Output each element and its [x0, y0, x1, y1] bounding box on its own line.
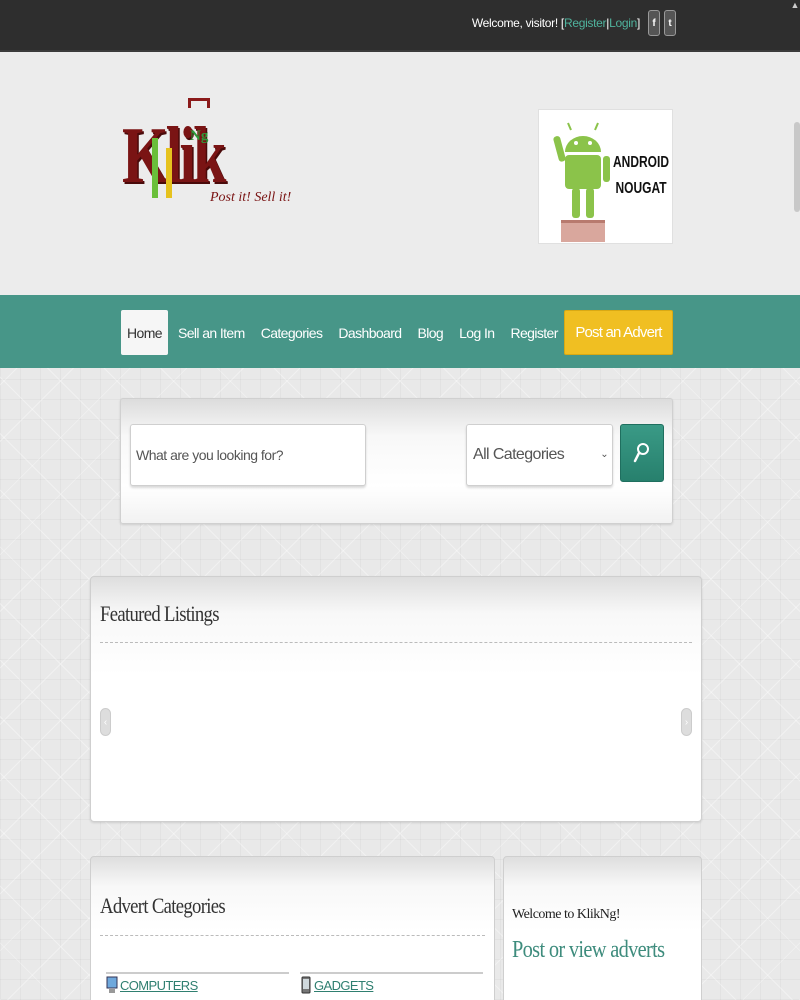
- featured-title: Featured Listings: [100, 601, 219, 626]
- logo-bracket: [188, 98, 210, 108]
- category-column: GADGETS: [300, 972, 483, 1000]
- ad-line-1: ANDROID: [613, 154, 670, 171]
- welcome-subheading[interactable]: Post or view adverts: [512, 937, 665, 964]
- nav-item-log-in[interactable]: Log In: [451, 310, 502, 355]
- main-nav: Home Sell an Item Categories Dashboard B…: [0, 295, 800, 368]
- site-header: [0, 52, 800, 295]
- facebook-icon[interactable]: f: [648, 10, 660, 36]
- nav-item-register[interactable]: Register: [502, 310, 565, 355]
- scrollbar-thumb[interactable]: [794, 122, 800, 212]
- welcome-panel: Welcome to KlikNg! Post or view adverts: [503, 856, 702, 1000]
- search-panel: All Categories ⌄: [120, 398, 673, 524]
- nav-item-dashboard[interactable]: Dashboard: [330, 310, 409, 355]
- search-icon: [633, 443, 649, 463]
- bracket-close: ]: [636, 16, 640, 30]
- featured-divider: [100, 642, 692, 643]
- featured-listings: Featured Listings ‹ ›: [90, 576, 702, 822]
- category-column: COMPUTERS: [106, 972, 289, 1000]
- ad-line-2: NOUGAT: [615, 180, 667, 197]
- site-logo[interactable]: Klik Ng Post it! Sell it!: [122, 98, 291, 218]
- social-links: f t: [648, 10, 676, 36]
- category-select-value: All Categories: [473, 446, 565, 463]
- search-button[interactable]: [620, 424, 664, 482]
- category-label: GADGETS: [314, 977, 374, 993]
- nav-item-sell-an-item[interactable]: Sell an Item: [170, 310, 253, 355]
- scroll-up-arrow-icon[interactable]: ▲: [790, 0, 800, 14]
- welcome-text: Welcome, visitor!: [471, 16, 558, 30]
- advert-categories: Advert Categories COMPUTERS GADGETS: [90, 856, 495, 1000]
- categories-title: Advert Categories: [100, 893, 226, 918]
- welcome-heading: Welcome to KlikNg!: [512, 907, 621, 922]
- nav-item-blog[interactable]: Blog: [410, 310, 452, 355]
- logo-ng: Ng: [190, 128, 209, 144]
- login-link[interactable]: Login: [609, 16, 637, 30]
- ad-banner[interactable]: ANDROID NOUGAT: [538, 109, 673, 244]
- category-link-gadgets[interactable]: GADGETS: [300, 976, 374, 994]
- chevron-left-icon: ‹: [103, 716, 108, 728]
- chevron-down-icon: ⌄: [600, 449, 608, 460]
- category-select[interactable]: All Categories ⌄: [466, 424, 613, 486]
- android-icon: [553, 122, 610, 242]
- carousel-prev-button[interactable]: ‹: [100, 708, 111, 736]
- welcome-message: Welcome, visitor! [Register|Login]: [472, 16, 640, 30]
- logo-tagline: Post it! Sell it!: [210, 190, 292, 205]
- category-link-computers[interactable]: COMPUTERS: [106, 976, 198, 994]
- post-advert-button[interactable]: Post an Advert: [564, 310, 673, 355]
- logo-green-bar: [152, 138, 158, 198]
- categories-divider: [100, 935, 485, 936]
- chevron-right-icon: ›: [684, 716, 689, 728]
- nav-item-categories[interactable]: Categories: [253, 310, 331, 355]
- phone-icon: [301, 976, 311, 994]
- register-link[interactable]: Register: [564, 16, 607, 30]
- top-bar: Welcome, visitor! [Register|Login] f t ▲: [0, 0, 800, 52]
- search-input[interactable]: [130, 424, 366, 486]
- twitter-icon[interactable]: t: [664, 10, 676, 36]
- nav-items: Home Sell an Item Categories Dashboard B…: [121, 310, 566, 355]
- ad-text: ANDROID NOUGAT: [613, 150, 669, 202]
- logo-yellow-bar: [166, 148, 172, 198]
- computer-icon: [106, 976, 118, 993]
- nav-item-home[interactable]: Home: [121, 310, 168, 355]
- carousel-next-button[interactable]: ›: [681, 708, 692, 736]
- category-label: COMPUTERS: [120, 977, 198, 993]
